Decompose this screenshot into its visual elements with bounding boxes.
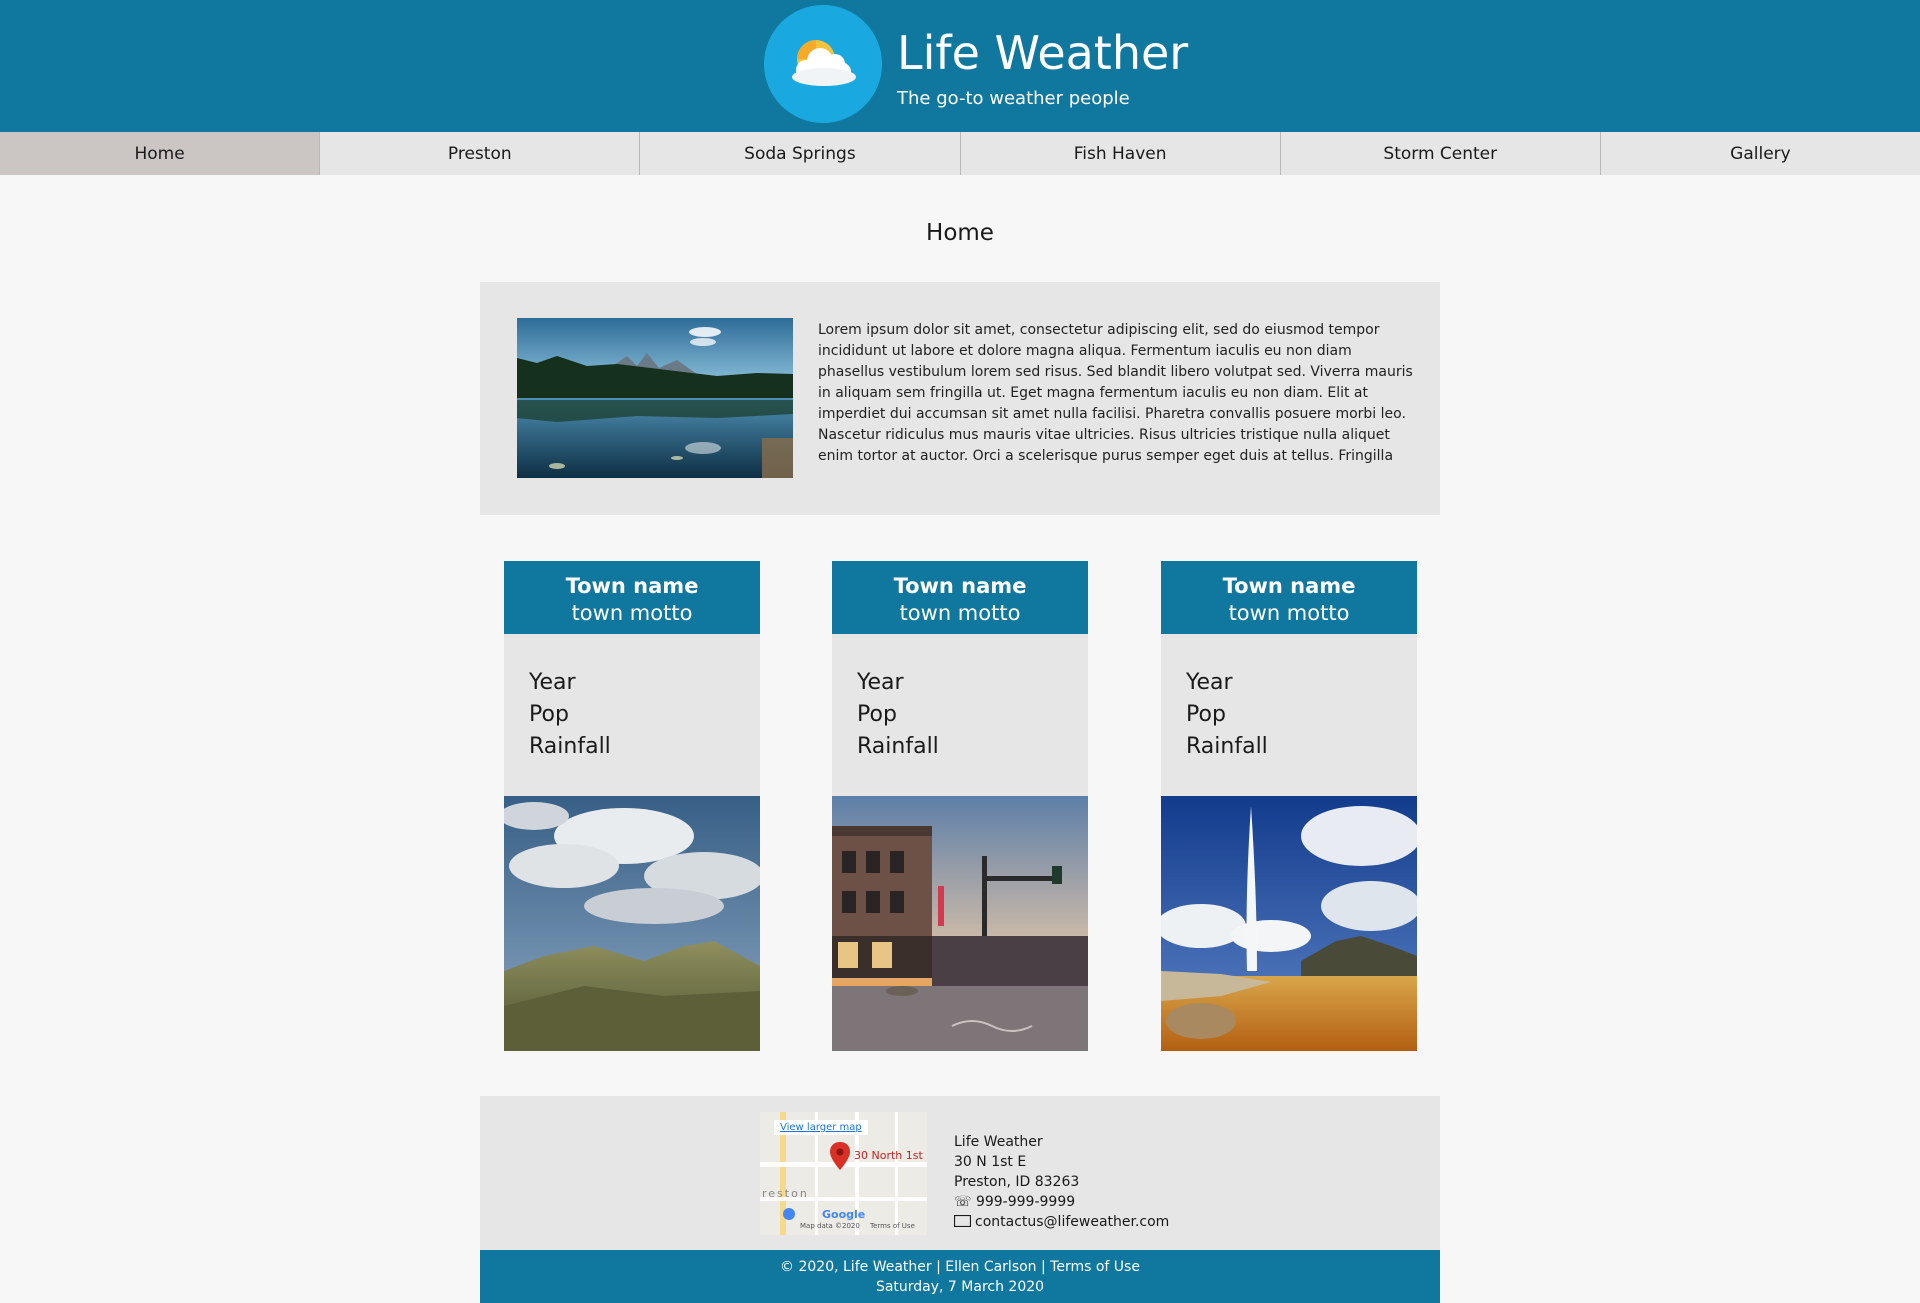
town-name: Town name [565,574,699,598]
contact-phone: ☏ 999-999-9999 [954,1194,1076,1210]
town-motto: town motto [899,601,1021,625]
town-name: Town name [893,574,1027,598]
copyright-text: © 2020, Life Weather | Ellen Carlson | T… [780,1259,1140,1275]
town-rainfall: Rainfall [857,734,939,759]
contact-email-row: contactus@lifeweather.com [953,1212,1169,1232]
sun-cloud-icon [792,40,856,86]
town-motto: town motto [571,601,693,625]
site-title: Life Weather [897,26,1189,80]
page-title: Home [926,220,994,246]
nav-item-preston[interactable]: Preston [320,132,641,175]
street-corner-photo [832,796,1088,1051]
map-data-label: Map data ©2020 [800,1222,860,1230]
nav-item-home[interactable]: Home [0,132,321,175]
google-logo: Google [822,1208,866,1221]
contact-name: Life Weather [954,1134,1043,1150]
card-details: Year Pop Rainfall [1161,634,1417,796]
map-embed[interactable]: View larger map 30 North 1st E reston Go… [760,1112,927,1235]
map-terms-link[interactable]: Terms of Use [870,1222,915,1230]
town-year: Year [1186,670,1233,695]
site-tagline: The go-to weather people [897,88,1130,109]
contact-info: Life Weather 30 N 1st E Preston, ID 8326… [953,1132,1169,1232]
nav-item-gallery[interactable]: Gallery [1601,132,1920,175]
main-nav: Home Preston Soda Springs Fish Haven Sto… [0,132,1920,175]
town-rainfall: Rainfall [529,734,611,759]
map-street-label: reston [762,1187,809,1200]
map-place-icon [783,1208,795,1220]
intro-section: Lorem ipsum dolor sit amet, consectetur … [480,282,1440,515]
town-card: Town name town motto Year Pop Rainfall [504,561,760,1051]
map-pin-icon [830,1142,850,1170]
town-rainfall: Rainfall [1186,734,1268,759]
town-pop: Pop [1186,702,1226,727]
footer: View larger map 30 North 1st E reston Go… [480,1096,1440,1250]
lake-photo [517,318,793,478]
town-pop: Pop [857,702,897,727]
nav-item-soda-springs[interactable]: Soda Springs [640,132,961,175]
card-details: Year Pop Rainfall [832,634,1088,796]
town-card: Town name town motto Year Pop Rainfall [832,561,1088,1051]
copyright-bar: © 2020, Life Weather | Ellen Carlson | T… [480,1250,1440,1303]
card-header: Town name town motto [1161,561,1417,634]
nav-item-storm-center[interactable]: Storm Center [1281,132,1601,175]
logo[interactable] [764,5,882,123]
card-header: Town name town motto [832,561,1088,634]
intro-text: Lorem ipsum dolor sit amet, consectetur … [818,322,1413,470]
hills-photo [504,796,760,1051]
contact-email[interactable]: contactus@lifeweather.com [975,1214,1169,1230]
town-name: Town name [1222,574,1356,598]
envelope-icon [953,1214,972,1228]
town-year: Year [529,670,576,695]
view-larger-map-link[interactable]: View larger map [774,1120,868,1135]
contact-street: 30 N 1st E [954,1154,1027,1170]
contact-city: Preston, ID 83263 [954,1174,1080,1190]
nav-item-fish-haven[interactable]: Fish Haven [961,132,1281,175]
map-address-label: 30 North 1st E [854,1149,927,1162]
town-pop: Pop [529,702,569,727]
current-date: Saturday, 7 March 2020 [875,1279,1045,1295]
town-motto: town motto [1228,601,1350,625]
town-year: Year [857,670,904,695]
geyser-photo [1161,796,1417,1051]
card-header: Town name town motto [504,561,760,634]
town-card: Town name town motto Year Pop Rainfall [1161,561,1417,1051]
site-header: Life Weather The go-to weather people [0,0,1920,132]
card-details: Year Pop Rainfall [504,634,760,796]
